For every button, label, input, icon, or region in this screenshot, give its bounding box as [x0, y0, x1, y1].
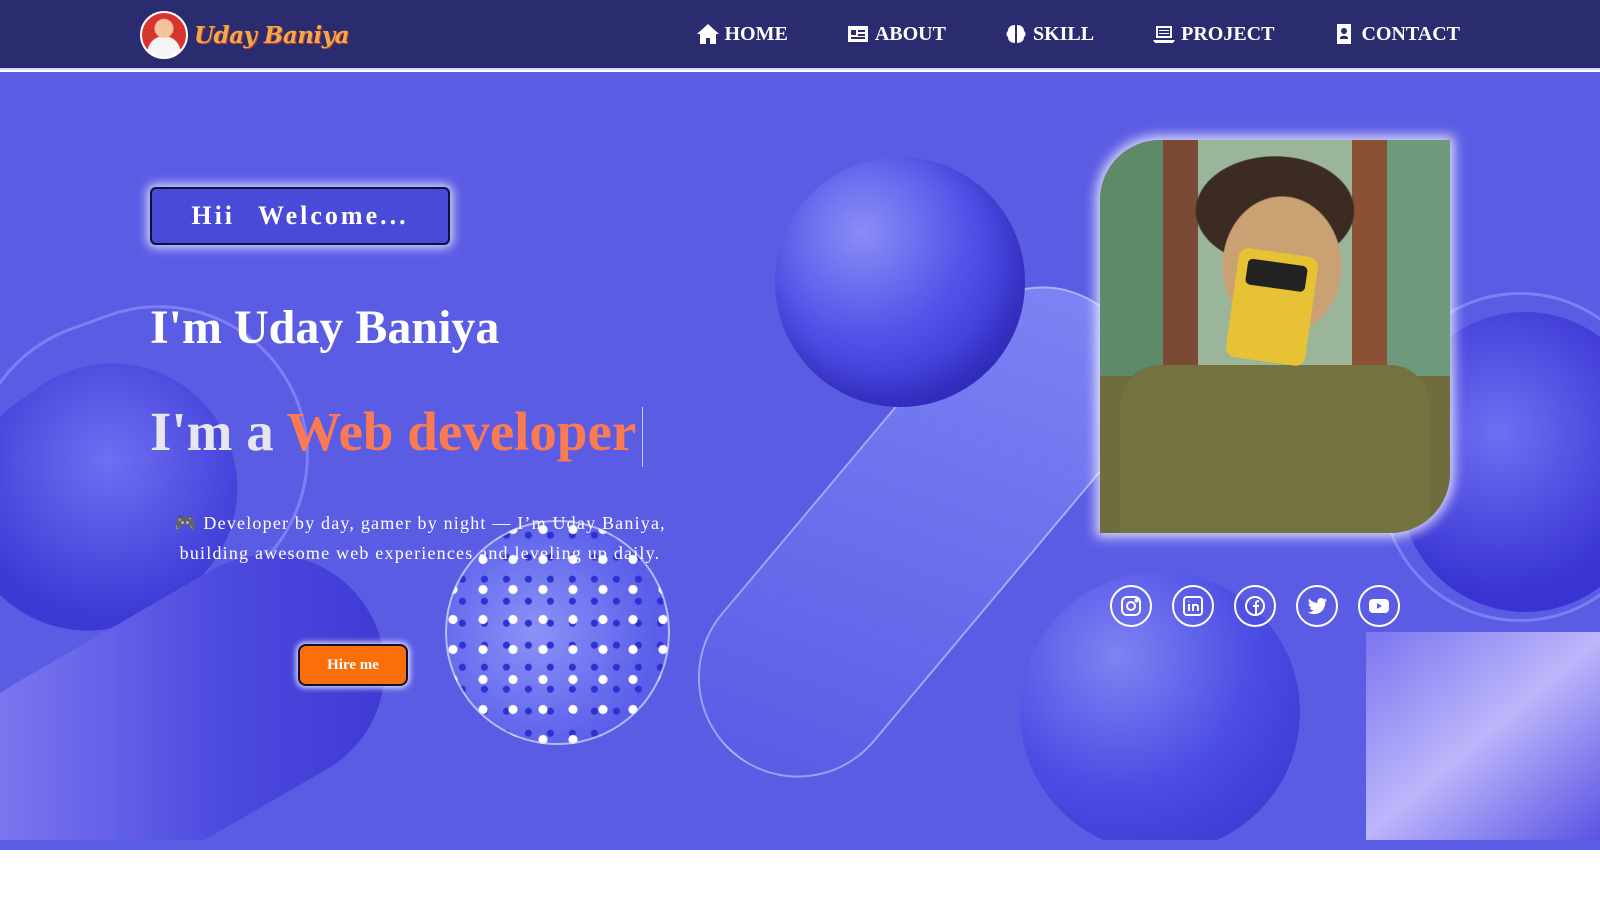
brand-name: Uday Baniya [194, 21, 349, 49]
facebook-icon [1245, 596, 1265, 616]
decor-panel-right [1366, 632, 1600, 840]
welcome-badge: Hii Welcome... [150, 187, 450, 245]
photo-phone-camera [1244, 258, 1308, 293]
facebook-link[interactable] [1234, 585, 1276, 627]
photo-shirt [1120, 365, 1430, 533]
logo-avatar [140, 11, 188, 59]
nav-item-project[interactable]: PROJECT [1152, 22, 1274, 46]
youtube-link[interactable] [1358, 585, 1400, 627]
instagram-link[interactable] [1110, 585, 1152, 627]
hire-me-button[interactable]: Hire me [298, 644, 408, 686]
nav-item-project-label: PROJECT [1181, 22, 1275, 45]
hero-role-prefix: I'm a [150, 401, 287, 462]
laptop-icon [1153, 26, 1176, 43]
twitter-icon [1307, 598, 1327, 615]
social-links [1110, 585, 1400, 627]
id-card-icon [847, 26, 868, 42]
nav-item-about-label: ABOUT [874, 22, 946, 45]
nav-item-about[interactable]: ABOUT [846, 22, 946, 46]
decor-sphere-top [775, 157, 1025, 407]
nav-item-contact-label: CONTACT [1361, 22, 1460, 45]
nav-item-contact[interactable]: CONTACT [1332, 22, 1460, 46]
hero-role-accent: Web developer [286, 401, 637, 462]
typing-caret [642, 407, 644, 468]
contact-icon [1337, 24, 1352, 44]
profile-photo [1100, 140, 1450, 533]
nav-item-skill[interactable]: SKILL [1004, 22, 1094, 46]
youtube-icon [1369, 599, 1389, 613]
photo-phone [1224, 246, 1320, 368]
nav-menu: HOME ABOUT SKILL PROJECT CONTACT [696, 22, 1460, 46]
nav-item-skill-label: SKILL [1032, 22, 1095, 45]
linkedin-link[interactable] [1172, 585, 1214, 627]
brain-icon [1006, 25, 1026, 43]
navbar: Uday Baniya HOME ABOUT SKILL PROJECT CON… [0, 0, 1600, 70]
hero-role: I'm a Web developer [150, 400, 644, 468]
linkedin-icon [1183, 596, 1203, 616]
nav-item-home[interactable]: HOME [696, 22, 788, 46]
twitter-link[interactable] [1296, 585, 1338, 627]
bottom-strip [0, 840, 1600, 850]
hero-name: I'm Uday Baniya [150, 301, 500, 354]
instagram-icon [1121, 596, 1141, 616]
hero-section: Hii Welcome... I'm Uday Baniya I'm a Web… [0, 72, 1600, 840]
hero-description: 🎮 Developer by day, gamer by night — I’m… [174, 513, 666, 563]
nav-item-home-label: HOME [724, 22, 788, 45]
brand-logo[interactable]: Uday Baniya [140, 11, 349, 59]
home-icon [696, 24, 719, 44]
